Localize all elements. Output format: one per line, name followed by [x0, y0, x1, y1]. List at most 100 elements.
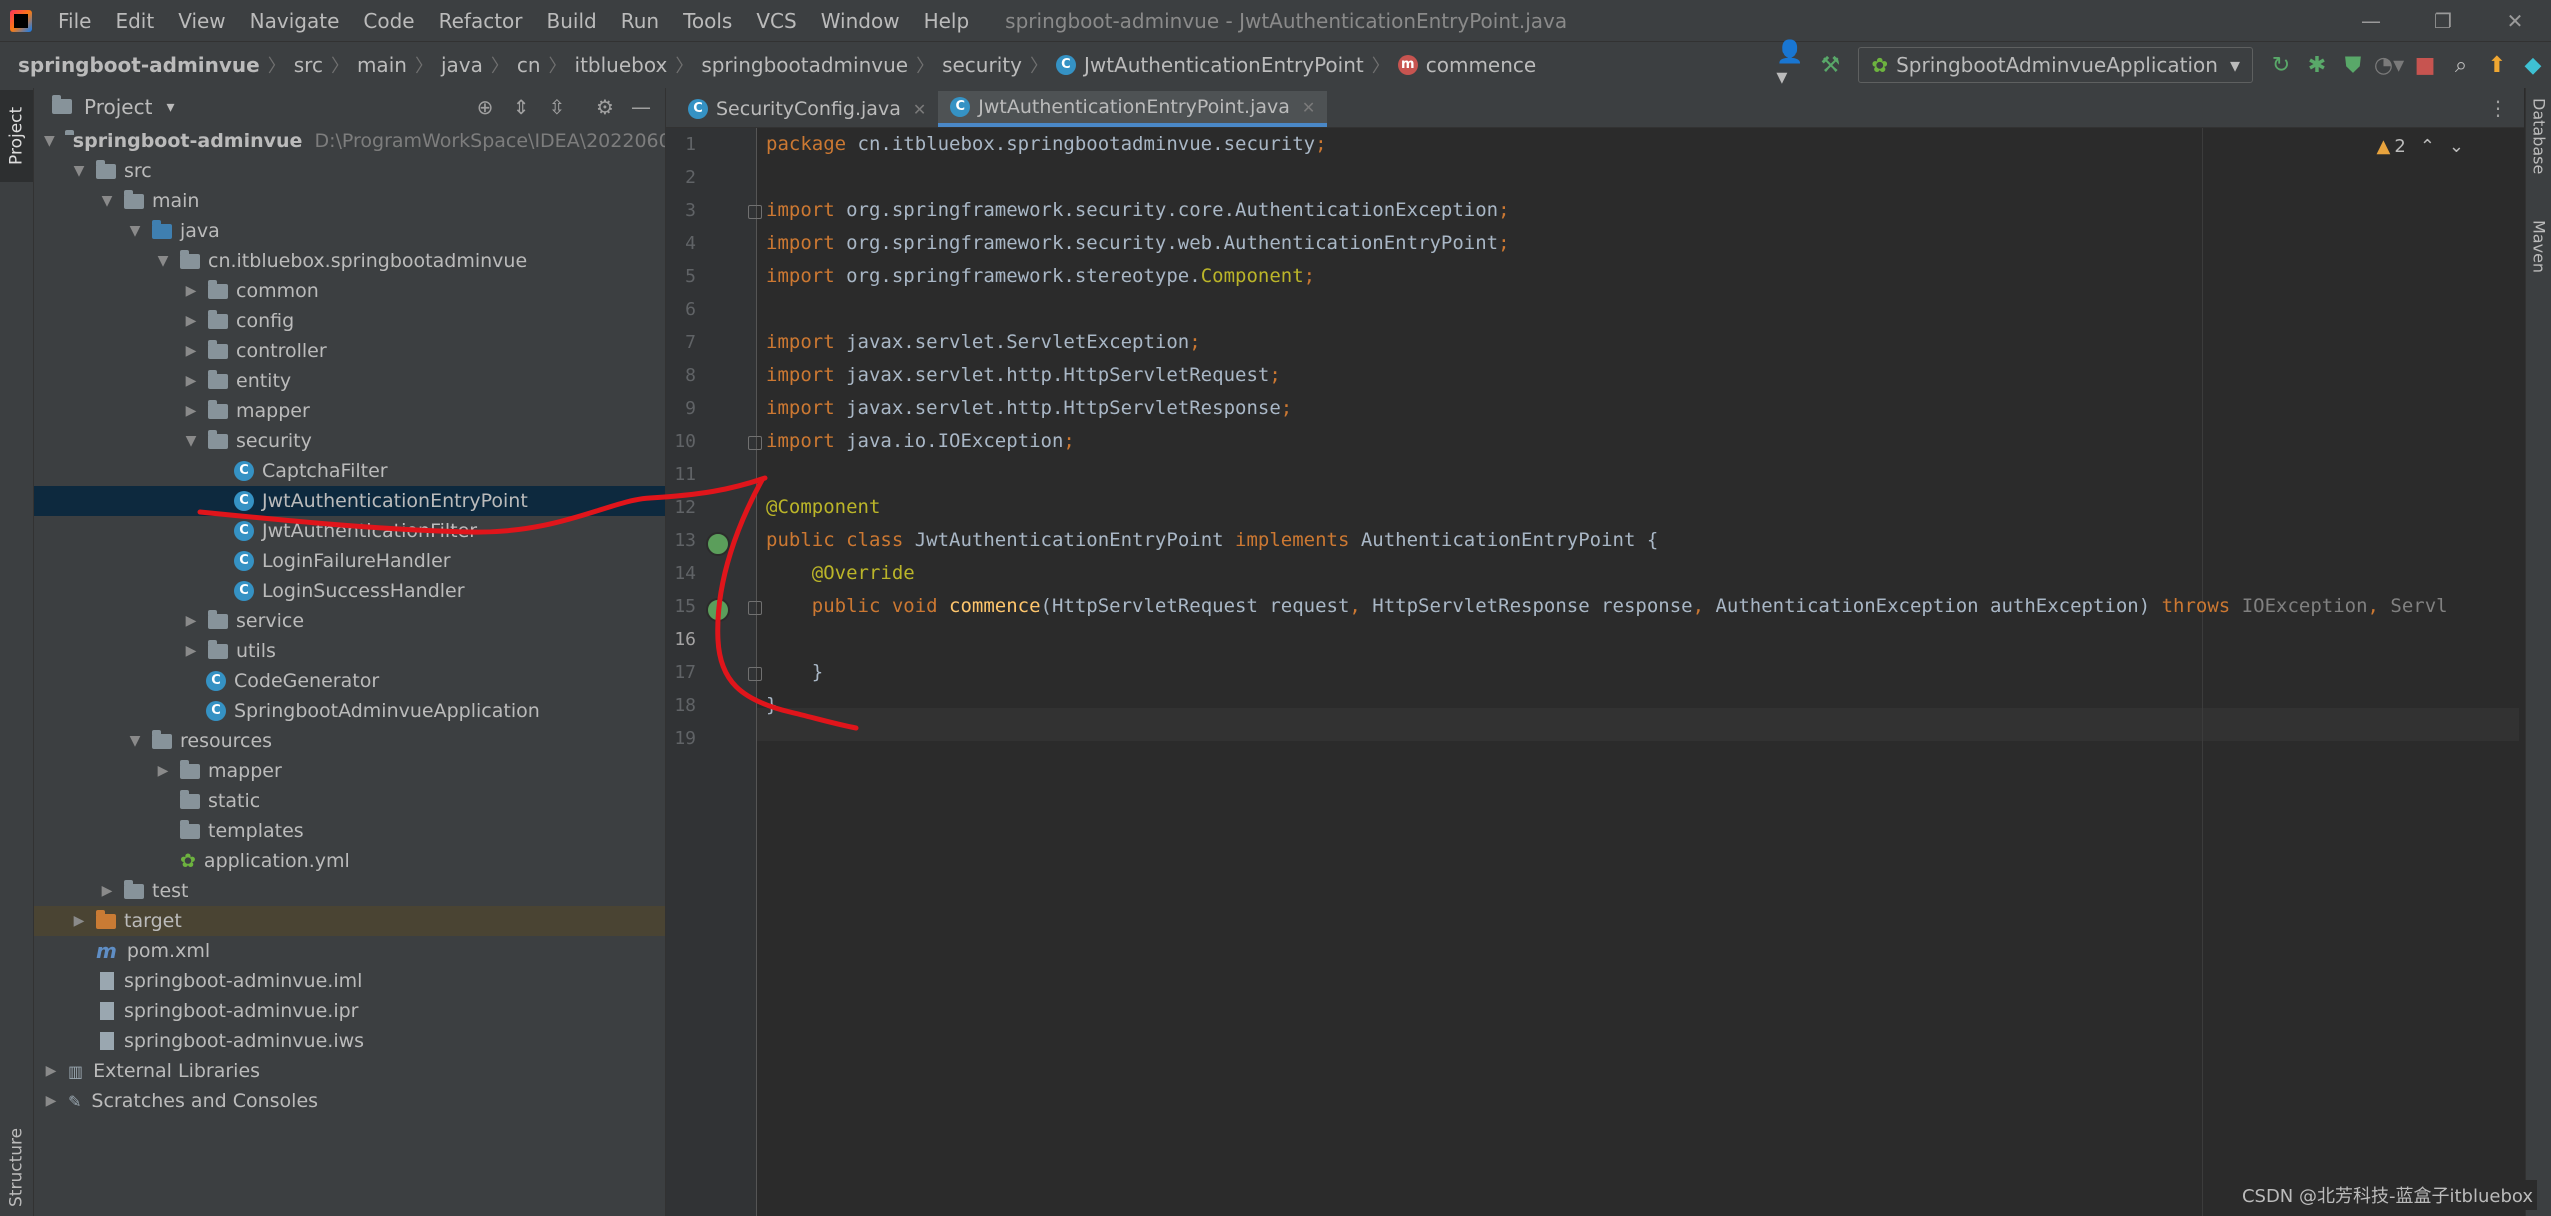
fold-marker-icon[interactable]	[748, 601, 762, 615]
tree-item-src[interactable]: ▼ src	[34, 156, 665, 186]
menu-refactor[interactable]: Refactor	[427, 9, 535, 33]
chevron-down-icon[interactable]: ▾	[166, 97, 174, 116]
expand-all-icon[interactable]: ⇕	[503, 88, 539, 125]
tree-item-java[interactable]: ▼ java	[34, 216, 665, 246]
stop-icon[interactable]: ■	[2407, 47, 2443, 83]
run-configuration-select[interactable]: ✿ SpringbootAdminvueApplication ▾	[1858, 47, 2253, 83]
tree-item-scratches[interactable]: ▶ ✎ Scratches and Consoles	[34, 1086, 665, 1116]
fold-marker-icon[interactable]	[748, 667, 762, 681]
menu-window[interactable]: Window	[809, 9, 912, 33]
code-line[interactable]: import org.springframework.security.core…	[766, 194, 1510, 227]
tree-item-iml[interactable]: springboot-adminvue.iml	[34, 966, 665, 996]
code-area[interactable]: package cn.itbluebox.springbootadminvue.…	[766, 128, 2524, 1216]
breadcrumb-java[interactable]: java	[441, 53, 483, 77]
code-line[interactable]: public class JwtAuthenticationEntryPoint…	[766, 524, 1658, 557]
tree-item-springbootadminvueapplication[interactable]: C SpringbootAdminvueApplication	[34, 696, 665, 726]
fold-marker-icon[interactable]	[748, 436, 762, 450]
tree-item-application-yml[interactable]: ✿ application.yml	[34, 846, 665, 876]
menu-navigate[interactable]: Navigate	[238, 9, 352, 33]
breadcrumb-project[interactable]: springboot-adminvue	[18, 53, 260, 77]
breadcrumb-src[interactable]: src	[294, 53, 323, 77]
minimize-button[interactable]: —	[2335, 0, 2407, 41]
chevron-up-icon[interactable]: ⌃	[2420, 136, 2435, 157]
tree-item-captchafilter[interactable]: C CaptchaFilter	[34, 456, 665, 486]
override-gutter-icon[interactable]	[706, 598, 730, 622]
breadcrumb-main[interactable]: main	[357, 53, 407, 77]
tree-item-security[interactable]: ▼ security	[34, 426, 665, 456]
code-line[interactable]: @Component	[766, 491, 880, 524]
database-tool-tab[interactable]: Database	[2526, 98, 2551, 198]
code-line[interactable]: import org.springframework.stereotype.Co…	[766, 260, 1315, 293]
tree-item-target[interactable]: ▶ target	[34, 906, 665, 936]
code-line[interactable]: import javax.servlet.ServletException;	[766, 326, 1201, 359]
search-icon[interactable]: ⌕	[2443, 47, 2479, 83]
tree-item-package[interactable]: ▼ cn.itbluebox.springbootadminvue	[34, 246, 665, 276]
tree-item-config[interactable]: ▶ config	[34, 306, 665, 336]
tree-item-pom-xml[interactable]: m pom.xml	[34, 936, 665, 966]
hide-icon[interactable]: —	[623, 88, 659, 125]
menu-vcs[interactable]: VCS	[744, 9, 808, 33]
build-hammer-icon[interactable]: ⚒	[1812, 47, 1848, 83]
project-panel-title[interactable]: Project	[84, 95, 152, 119]
close-window-button[interactable]: ✕	[2479, 0, 2551, 41]
coverage-icon[interactable]: ⛊	[2335, 47, 2371, 83]
close-icon[interactable]: ✕	[913, 100, 926, 119]
code-line[interactable]: import javax.servlet.http.HttpServletReq…	[766, 359, 1281, 392]
menu-edit[interactable]: Edit	[103, 9, 166, 33]
code-line[interactable]: @Override	[766, 557, 915, 590]
menu-run[interactable]: Run	[609, 9, 671, 33]
code-with-me-icon[interactable]: ◆	[2515, 47, 2551, 83]
tree-root[interactable]: ▼ springboot-adminvue D:\ProgramWorkSpac…	[34, 126, 665, 156]
code-line[interactable]: package cn.itbluebox.springbootadminvue.…	[766, 128, 1327, 161]
tree-item-ipr[interactable]: springboot-adminvue.ipr	[34, 996, 665, 1026]
tree-item-jwtauthenticationentrypoint[interactable]: C JwtAuthenticationEntryPoint	[34, 486, 665, 516]
tree-item-entity[interactable]: ▶ entity	[34, 366, 665, 396]
tree-item-controller[interactable]: ▶ controller	[34, 336, 665, 366]
tree-item-resources-mapper[interactable]: ▶ mapper	[34, 756, 665, 786]
menu-tools[interactable]: Tools	[671, 9, 744, 33]
menu-build[interactable]: Build	[535, 9, 609, 33]
code-line[interactable]: }	[766, 689, 777, 722]
chevron-down-icon[interactable]: ⌄	[2449, 136, 2464, 157]
tree-item-iws[interactable]: springboot-adminvue.iws	[34, 1026, 665, 1056]
code-line[interactable]: public void commence(HttpServletRequest …	[766, 590, 2448, 623]
menu-file[interactable]: File	[46, 9, 103, 33]
tab-securityconfig[interactable]: C SecurityConfig.java ✕	[676, 91, 938, 127]
inspection-widget[interactable]: ▲ 2 ⌃ ⌄	[2377, 136, 2464, 157]
breadcrumb-cn[interactable]: cn	[517, 53, 541, 77]
breadcrumb-springbootadminvue[interactable]: springbootadminvue	[701, 53, 908, 77]
tree-item-service[interactable]: ▶ service	[34, 606, 665, 636]
breadcrumb-itbluebox[interactable]: itbluebox	[575, 53, 668, 77]
update-icon[interactable]: ⬆	[2479, 47, 2515, 83]
tree-item-test[interactable]: ▶ test	[34, 876, 665, 906]
rerun-icon[interactable]: ↻	[2263, 47, 2299, 83]
code-line[interactable]: import javax.servlet.http.HttpServletRes…	[766, 392, 1292, 425]
user-icon[interactable]: 👤▾	[1776, 40, 1812, 90]
tree-item-static[interactable]: static	[34, 786, 665, 816]
tree-item-resources[interactable]: ▼ resources	[34, 726, 665, 756]
collapse-all-icon[interactable]: ⇳	[539, 88, 575, 125]
implementation-gutter-icon[interactable]	[706, 532, 730, 556]
breadcrumb-security[interactable]: security	[942, 53, 1022, 77]
close-icon[interactable]: ✕	[1302, 98, 1315, 117]
tree-item-common[interactable]: ▶ common	[34, 276, 665, 306]
breadcrumb-method[interactable]: m commence	[1397, 53, 1536, 77]
tree-item-main[interactable]: ▼ main	[34, 186, 665, 216]
debug-icon[interactable]: ✱	[2299, 47, 2335, 83]
breadcrumb-class[interactable]: C JwtAuthenticationEntryPoint	[1055, 53, 1364, 77]
gear-icon[interactable]: ⚙	[587, 88, 623, 125]
code-line[interactable]: import java.io.IOException;	[766, 425, 1075, 458]
menu-help[interactable]: Help	[912, 9, 982, 33]
tree-item-jwtauthenticationfilter[interactable]: C JwtAuthenticationFilter	[34, 516, 665, 546]
tree-item-external-libraries[interactable]: ▶ ▥ External Libraries	[34, 1056, 665, 1086]
maven-tool-tab[interactable]: Maven	[2526, 220, 2551, 300]
profiler-icon[interactable]: ◔▾	[2371, 47, 2407, 83]
tab-jwtauthenticationentrypoint[interactable]: C JwtAuthenticationEntryPoint.java ✕	[938, 91, 1328, 127]
editor-gutter[interactable]: 1 2 3 4 5 6 7 8 9 10 11 12 13 14 15 16 1…	[666, 128, 762, 1216]
more-options-icon[interactable]: ⋮	[2488, 96, 2508, 120]
tree-item-templates[interactable]: templates	[34, 816, 665, 846]
tree-item-mapper[interactable]: ▶ mapper	[34, 396, 665, 426]
tree-item-loginsuccesshandler[interactable]: C LoginSuccessHandler	[34, 576, 665, 606]
structure-tool-tab[interactable]: Structure	[0, 1118, 33, 1216]
fold-marker-icon[interactable]	[748, 205, 762, 219]
